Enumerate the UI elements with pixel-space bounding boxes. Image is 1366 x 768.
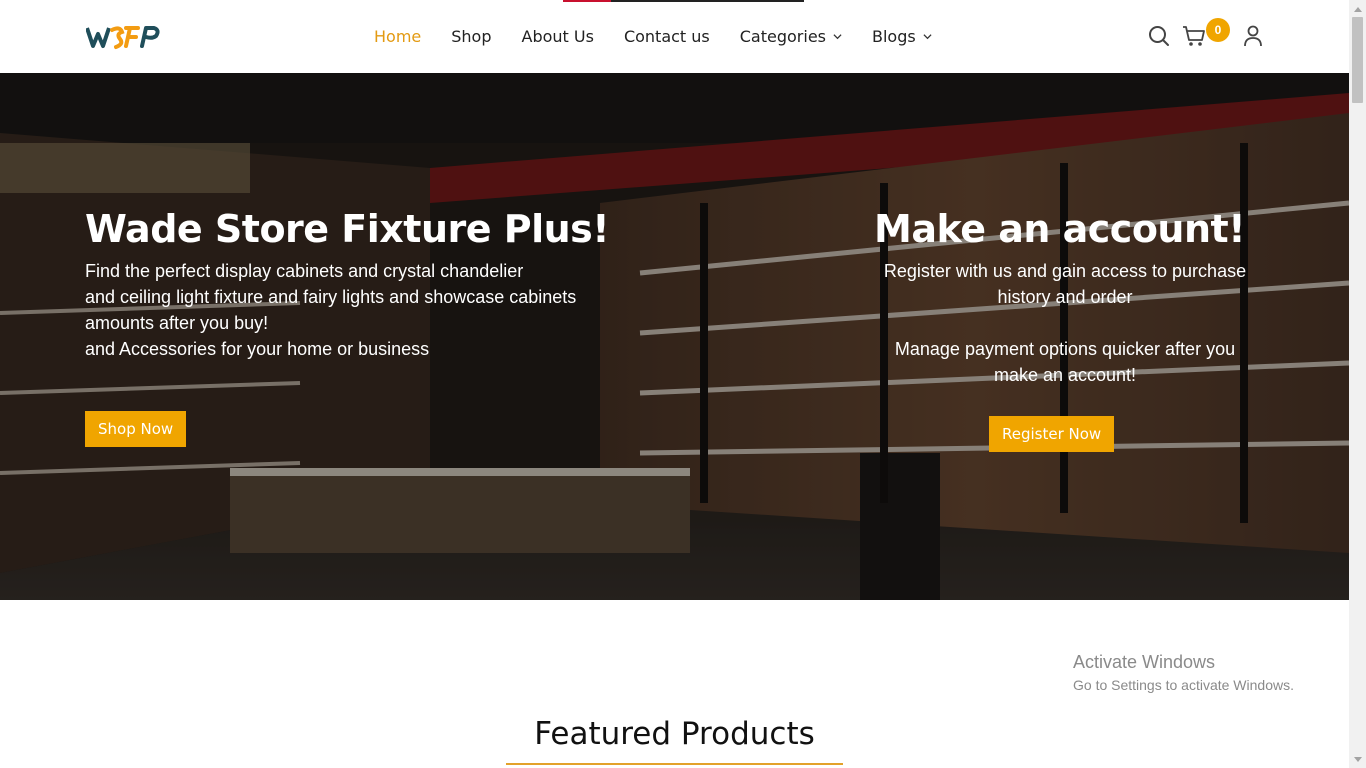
nav-categories-label: Categories (739, 27, 826, 46)
scroll-down-arrow[interactable] (1349, 751, 1366, 768)
watermark-subtitle: Go to Settings to activate Windows. (1073, 677, 1294, 693)
watermark-title: Activate Windows (1073, 652, 1216, 672)
hero-left-title: Wade Store Fixture Plus! (85, 207, 610, 251)
hero-left-line: amounts after you buy! (85, 313, 269, 333)
search-button[interactable] (1148, 25, 1170, 47)
site-header: Home Shop About Us Contact us Categories… (0, 0, 1349, 73)
hero-right-text: Register with us and gain access to purc… (860, 258, 1270, 388)
cart-count-badge: 0 (1206, 18, 1230, 42)
hero-left-line: and Accessories for your home or busines… (85, 339, 430, 359)
nav-contact-label: Contact us (623, 27, 710, 46)
main-nav: Home Shop About Us Contact us Categories… (374, 0, 962, 73)
windows-activation-watermark: Activate Windows Go to Settings to activ… (1073, 651, 1294, 695)
hero-left-content: Wade Store Fixture Plus! Find the perfec… (85, 206, 645, 362)
nav-shop-label: Shop (451, 27, 492, 46)
scroll-up-arrow[interactable] (1349, 0, 1366, 17)
nav-blogs-label: Blogs (872, 27, 916, 46)
page-scrollbar[interactable] (1349, 0, 1366, 768)
hero-left-line: and ceiling light fixture and fairy ligh… (85, 287, 577, 307)
hero-right-line-spacer (860, 310, 1270, 336)
hero-right-line: Manage payment options quicker after you (894, 339, 1236, 359)
nav-about-us[interactable]: About Us (522, 27, 594, 46)
featured-products-title: Featured Products (534, 716, 815, 752)
register-now-button[interactable]: Register Now (989, 416, 1115, 452)
triangle-up-icon (1353, 6, 1362, 12)
nav-about-label: About Us (521, 27, 594, 46)
hero-right-line: Register with us and gain access to purc… (883, 261, 1247, 281)
hero-left-line: Find the perfect display cabinets and cr… (85, 261, 524, 281)
hero-banner: Wade Store Fixture Plus! Find the perfec… (0, 73, 1349, 600)
nav-home[interactable]: Home (374, 27, 421, 46)
chevron-down-icon (833, 32, 842, 41)
hero-right-line: history and order (997, 287, 1133, 307)
triangle-down-icon (1353, 756, 1362, 762)
nav-blogs[interactable]: Blogs (872, 27, 932, 46)
user-icon (1244, 25, 1262, 47)
nav-contact-us[interactable]: Contact us (624, 27, 710, 46)
hero-right-content: Make an account! Register with us and ga… (860, 206, 1270, 388)
cart-icon (1183, 26, 1205, 46)
logo-icon (86, 26, 160, 49)
scroll-thumb[interactable] (1352, 17, 1363, 103)
nav-categories[interactable]: Categories (740, 27, 842, 46)
cart-button[interactable] (1182, 25, 1206, 47)
featured-underline (506, 763, 843, 765)
shop-now-button[interactable]: Shop Now (85, 411, 187, 447)
site-logo[interactable] (86, 22, 162, 52)
nav-shop[interactable]: Shop (451, 27, 491, 46)
hero-left-text: Find the perfect display cabinets and cr… (85, 258, 645, 362)
nav-home-label: Home (374, 27, 422, 46)
hero-right-line: make an account! (993, 365, 1137, 385)
account-button[interactable] (1243, 25, 1263, 47)
featured-products-section: Featured Products (506, 714, 843, 765)
chevron-down-icon (923, 32, 932, 41)
hero-right-title: Make an account! (874, 207, 1246, 251)
search-icon (1149, 26, 1169, 46)
